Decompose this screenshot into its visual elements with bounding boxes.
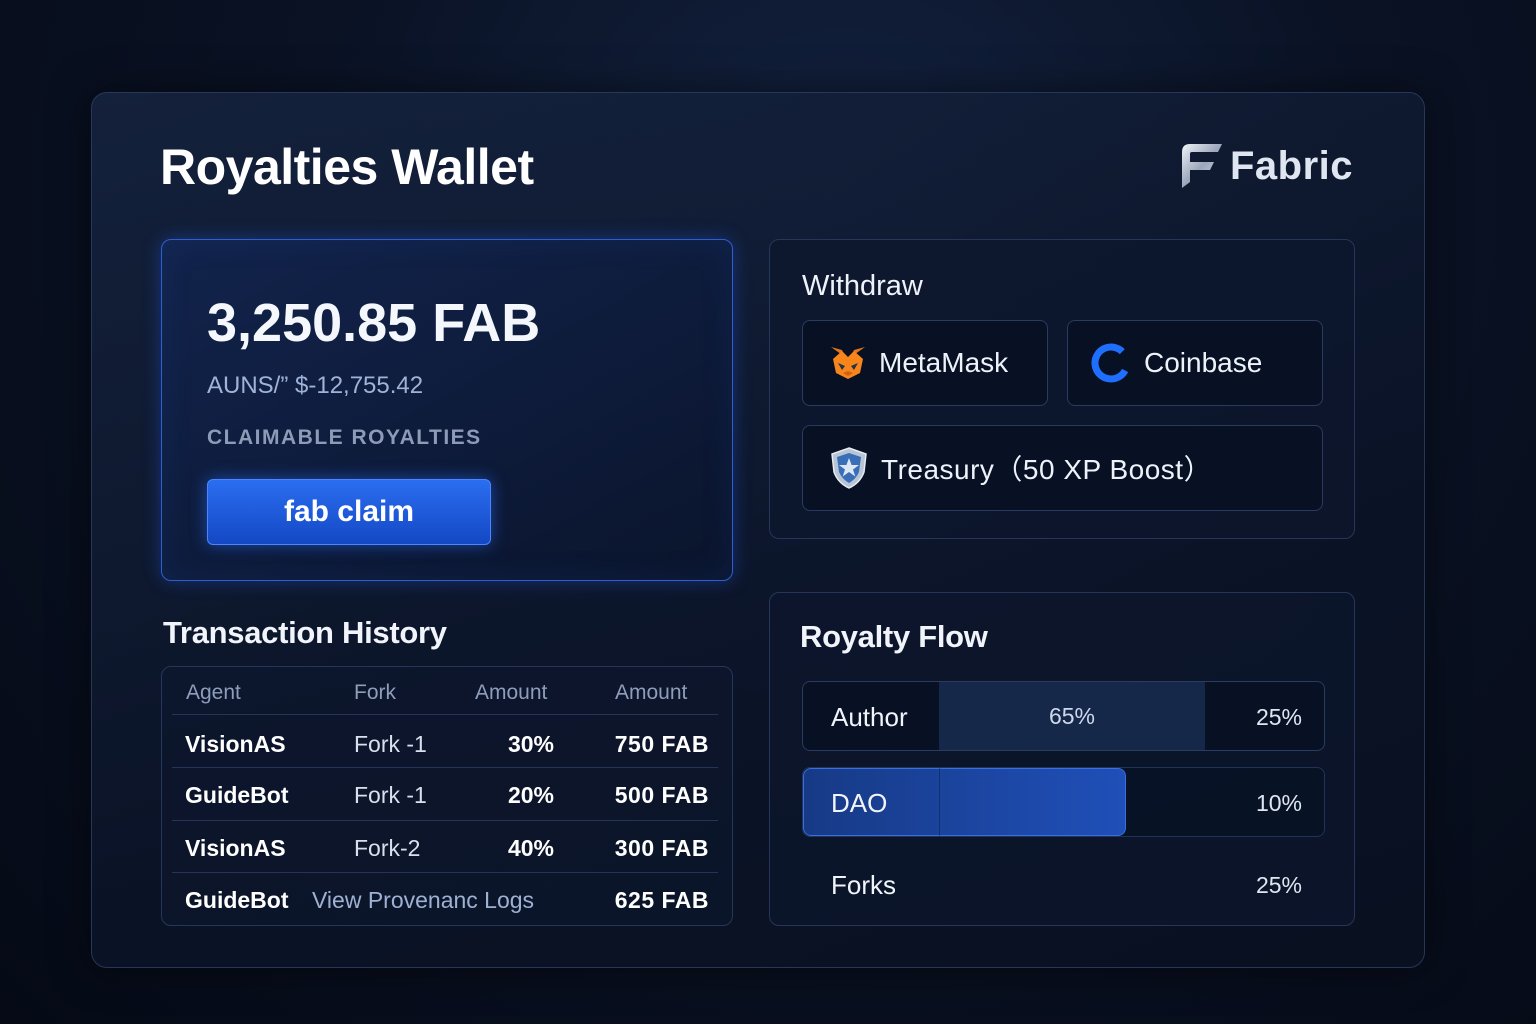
flow-value: 10% — [1255, 790, 1302, 816]
amount-cell: 300 FAB — [614, 835, 709, 861]
balance-label: CLAIMABLE ROYALTIES — [207, 426, 482, 449]
balance-usd-value: AUNS/” $-12,755.42 — [207, 372, 424, 399]
metamask-label: MetaMask — [879, 347, 1009, 378]
fork-cell: Fork -1 — [354, 782, 427, 808]
balance-amount: 3,250.85 FAB — [207, 293, 541, 353]
table-row[interactable]: VisionAS Fork -1 30% 750 FAB — [162, 717, 732, 769]
coinbase-icon — [1091, 343, 1131, 383]
withdraw-title: Withdraw — [802, 270, 923, 302]
author-share-label: 65% — [1048, 703, 1096, 729]
flow-value: 25% — [1255, 872, 1302, 898]
amount-cell: 625 FAB — [614, 887, 709, 913]
percent-cell: 40% — [507, 835, 554, 861]
column-header-amount: Amount — [615, 681, 688, 704]
agent-cell: GuideBot — [185, 782, 289, 808]
amount-cell: 750 FAB — [614, 731, 709, 757]
coinbase-label: Coinbase — [1144, 347, 1263, 378]
table-row[interactable]: GuideBot View Provenanc Logs 625 FAB — [162, 873, 732, 925]
percent-cell: 20% — [507, 782, 554, 808]
treasury-button[interactable]: Treasury（50 XP Boost） — [802, 425, 1323, 511]
royalty-flow-card: Royalty Flow Author 65% 25% DAO 10% Fork… — [769, 592, 1355, 926]
transaction-table: Agent Fork Amount Amount VisionAS Fork -… — [161, 666, 733, 926]
column-header-agent: Agent — [186, 681, 241, 704]
metamask-button[interactable]: MetaMask — [802, 320, 1048, 406]
page-title: Royalties Wallet — [160, 139, 534, 195]
percent-cell: 30% — [507, 731, 554, 757]
fork-cell: Fork -1 — [354, 731, 427, 757]
fork-cell: Fork-2 — [354, 835, 421, 861]
flow-name: Forks — [831, 870, 896, 900]
agent-cell: VisionAS — [185, 731, 286, 757]
divider — [172, 714, 718, 715]
flow-name: DAO — [831, 788, 888, 818]
claim-button[interactable]: fab claim — [207, 479, 491, 545]
balance-card: 3,250.85 FAB AUNS/” $-12,755.42 CLAIMABL… — [161, 239, 733, 581]
metamask-fox-icon — [831, 347, 865, 379]
table-row[interactable]: VisionAS Fork-2 40% 300 FAB — [162, 821, 732, 873]
royalty-flow-title: Royalty Flow — [800, 619, 988, 654]
fabric-logo-icon — [1182, 144, 1222, 188]
divider — [939, 768, 940, 836]
coinbase-button[interactable]: Coinbase — [1067, 320, 1323, 406]
table-row[interactable]: GuideBot Fork -1 20% 500 FAB — [162, 768, 732, 820]
flow-name: Author — [831, 702, 908, 732]
column-header-amount-pct: Amount — [475, 681, 548, 704]
transaction-history-title: Transaction History — [163, 615, 447, 650]
brand: Fabric — [1176, 140, 1353, 192]
withdraw-card: Withdraw MetaMask Coinbase Treasury（50 X… — [769, 239, 1355, 539]
flow-row-dao: DAO 10% — [802, 767, 1325, 837]
treasury-label: Treasury（50 XP Boost） — [881, 454, 1213, 485]
shield-star-icon — [831, 447, 867, 489]
view-provenance-logs-link[interactable]: View Provenanc Logs — [312, 887, 534, 914]
flow-row-author: Author 65% 25% — [802, 681, 1325, 751]
brand-name: Fabric — [1230, 143, 1354, 188]
agent-cell: VisionAS — [185, 835, 286, 861]
flow-row-forks: Forks 25% — [802, 849, 1325, 919]
column-header-fork: Fork — [354, 681, 396, 704]
flow-value: 25% — [1255, 704, 1302, 730]
amount-cell: 500 FAB — [614, 782, 709, 808]
agent-cell: GuideBot — [185, 887, 289, 913]
